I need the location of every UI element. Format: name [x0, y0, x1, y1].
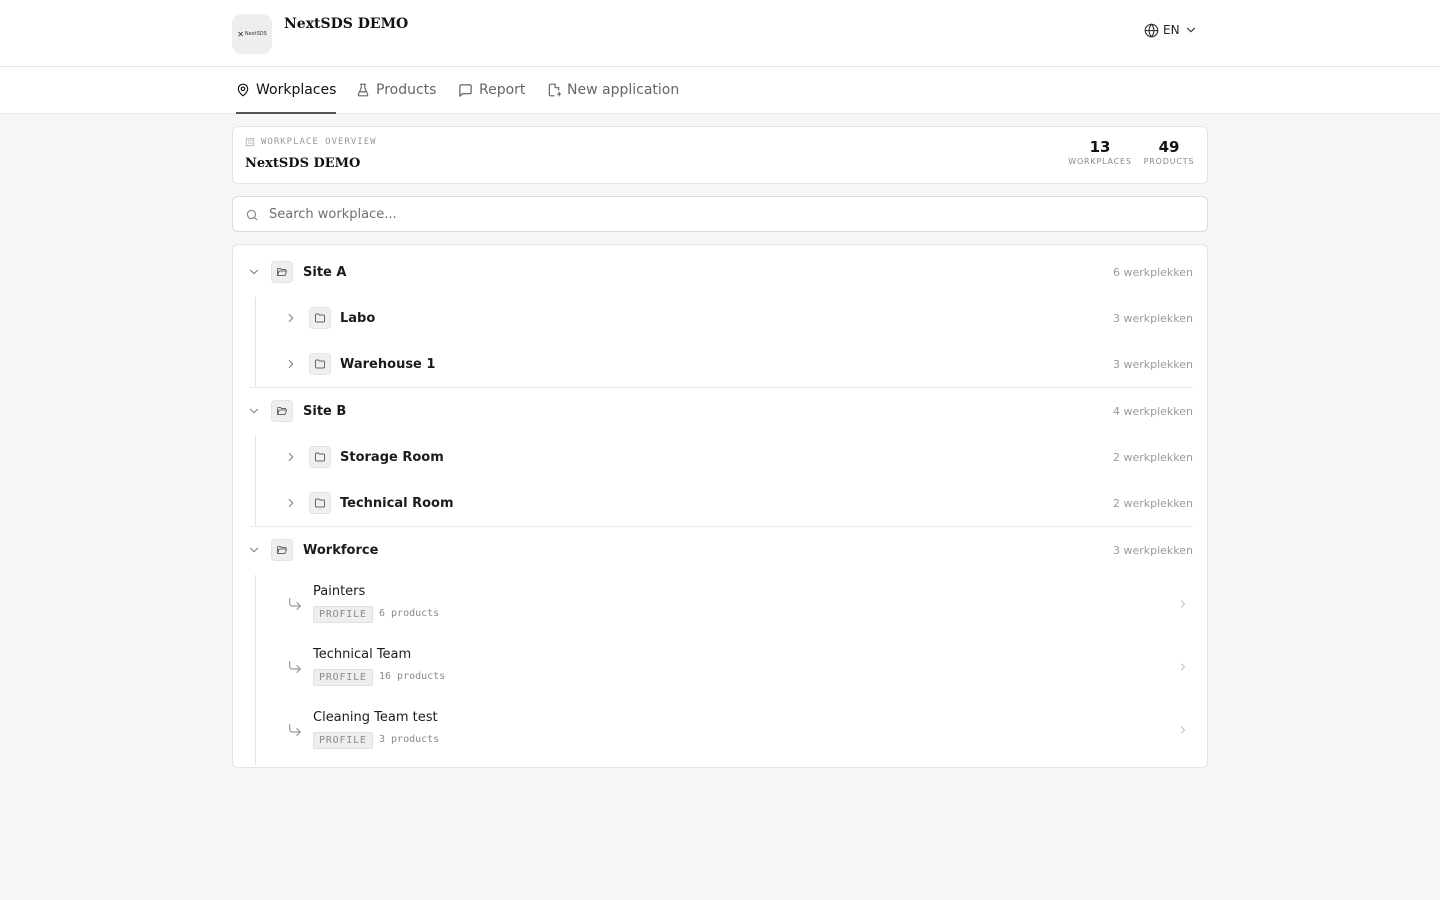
tree-group-label: Site A	[303, 264, 347, 280]
stat-value: 49	[1158, 138, 1180, 156]
chevron-down-icon[interactable]	[247, 265, 261, 279]
profile-product-count: 6 products	[379, 608, 440, 619]
corner-down-right-icon	[289, 598, 301, 610]
tree-item-count: 2 werkplekken	[1112, 496, 1193, 510]
app-title: NextSDS DEMO	[284, 16, 409, 32]
group-divider	[249, 387, 1193, 388]
overview-kicker-text: WORKPLACE OVERVIEW	[261, 137, 377, 147]
profile-name: Cleaning Team test	[313, 710, 438, 725]
map-pin-icon	[237, 83, 249, 97]
profile-row-cleaning-team-test[interactable]: Cleaning Team test PROFILE 3 products	[273, 702, 1203, 760]
tree-item-count: 2 werkplekken	[1112, 450, 1193, 464]
tab-new-application[interactable]: New application	[547, 67, 679, 113]
folder-open-icon	[271, 261, 293, 283]
tab-report[interactable]: Report	[458, 67, 525, 113]
profile-name: Technical Team	[313, 647, 412, 662]
tree-group-label: Site B	[303, 403, 347, 419]
tree-group-count: 3 werkplekken	[1112, 543, 1193, 557]
profile-row-technical-team[interactable]: Technical Team PROFILE 16 products	[273, 639, 1203, 697]
tree-item-technical-room[interactable]: Technical Room 2 werkplekken	[233, 483, 1207, 523]
folder-icon	[309, 307, 331, 329]
tree-group-site-a[interactable]: Site A 6 werkplekken	[233, 252, 1207, 292]
tree-item-count: 3 werkplekken	[1112, 357, 1193, 371]
logo-text: NextSDS	[244, 31, 267, 37]
language-label: EN	[1163, 23, 1180, 37]
search-icon	[246, 209, 258, 221]
top-header: ✕ NextSDS NextSDS DEMO EN	[0, 0, 1440, 67]
message-square-icon	[459, 83, 472, 97]
folder-open-icon	[271, 400, 293, 422]
overview-kicker: WORKPLACE OVERVIEW	[245, 137, 377, 147]
corner-down-right-icon	[289, 661, 301, 673]
stat-workplaces: 13 WORKPLACES	[1067, 138, 1133, 166]
tree-item-warehouse-1[interactable]: Warehouse 1 3 werkplekken	[233, 344, 1207, 384]
stat-label: PRODUCTS	[1143, 157, 1195, 166]
profile-badge: PROFILE	[313, 732, 373, 749]
tree-group-site-b[interactable]: Site B 4 werkplekken	[233, 391, 1207, 431]
profile-product-count: 16 products	[379, 671, 446, 682]
tab-label: New application	[567, 82, 680, 98]
chevron-right-icon[interactable]	[284, 357, 298, 371]
tab-label: Products	[376, 82, 437, 98]
tab-products[interactable]: Products	[356, 67, 436, 113]
folder-open-icon	[271, 539, 293, 561]
chevron-down-icon[interactable]	[247, 404, 261, 418]
main-nav: Workplaces Products Report New applicati…	[0, 67, 1440, 114]
search-bar	[232, 196, 1208, 232]
flask-icon	[357, 83, 369, 97]
chevron-right-icon	[1181, 600, 1185, 608]
tab-label: Report	[479, 82, 526, 98]
group-divider	[249, 526, 1193, 527]
tree-group-workforce[interactable]: Workforce 3 werkplekken	[233, 530, 1207, 570]
tree-item-storage-room[interactable]: Storage Room 2 werkplekken	[233, 437, 1207, 477]
tree-group-count: 6 werkplekken	[1112, 265, 1193, 279]
chevron-right-icon[interactable]	[284, 450, 298, 464]
stat-label: WORKPLACES	[1068, 157, 1132, 166]
folder-icon	[309, 492, 331, 514]
tab-workplaces[interactable]: Workplaces	[236, 67, 337, 114]
tree-item-label: Storage Room	[340, 449, 444, 465]
file-plus-icon	[548, 83, 561, 97]
search-input[interactable]	[269, 197, 1189, 231]
profile-row-painters[interactable]: Painters PROFILE 6 products	[273, 576, 1203, 634]
overview-title: NextSDS DEMO	[245, 156, 361, 171]
building-icon	[245, 138, 255, 147]
tree-item-label: Warehouse 1	[340, 356, 436, 372]
tree-group-count: 4 werkplekken	[1112, 404, 1193, 418]
corner-down-right-icon	[289, 724, 301, 736]
profile-product-count: 3 products	[379, 734, 440, 745]
folder-icon	[309, 353, 331, 375]
globe-icon	[1144, 22, 1159, 38]
tab-label: Workplaces	[256, 82, 337, 98]
profile-name: Painters	[313, 584, 366, 599]
chevron-down-icon	[1186, 27, 1195, 33]
logo[interactable]: ✕ NextSDS	[232, 14, 272, 54]
chevron-right-icon[interactable]	[284, 311, 298, 325]
profile-badge: PROFILE	[313, 669, 373, 686]
chevron-right-icon	[1181, 663, 1185, 671]
tree-guide-line	[255, 575, 256, 765]
workplace-tree: Site A 6 werkplekken Labo 3 werkplekken …	[232, 244, 1208, 768]
tree-group-label: Workforce	[303, 542, 379, 558]
folder-icon	[309, 446, 331, 468]
stat-products: 49 PRODUCTS	[1141, 138, 1197, 166]
language-selector[interactable]: EN	[1144, 21, 1198, 39]
tree-item-label: Labo	[340, 310, 376, 326]
tree-item-labo[interactable]: Labo 3 werkplekken	[233, 298, 1207, 338]
workplace-overview-card: WORKPLACE OVERVIEW NextSDS DEMO 13 WORKP…	[232, 126, 1208, 184]
stat-value: 13	[1089, 138, 1111, 156]
logo-mark: ✕	[237, 29, 244, 39]
tree-item-count: 3 werkplekken	[1112, 311, 1193, 325]
profile-badge: PROFILE	[313, 606, 373, 623]
chevron-right-icon[interactable]	[284, 496, 298, 510]
tree-item-label: Technical Room	[340, 495, 454, 511]
chevron-right-icon	[1181, 726, 1185, 734]
chevron-down-icon[interactable]	[247, 543, 261, 557]
